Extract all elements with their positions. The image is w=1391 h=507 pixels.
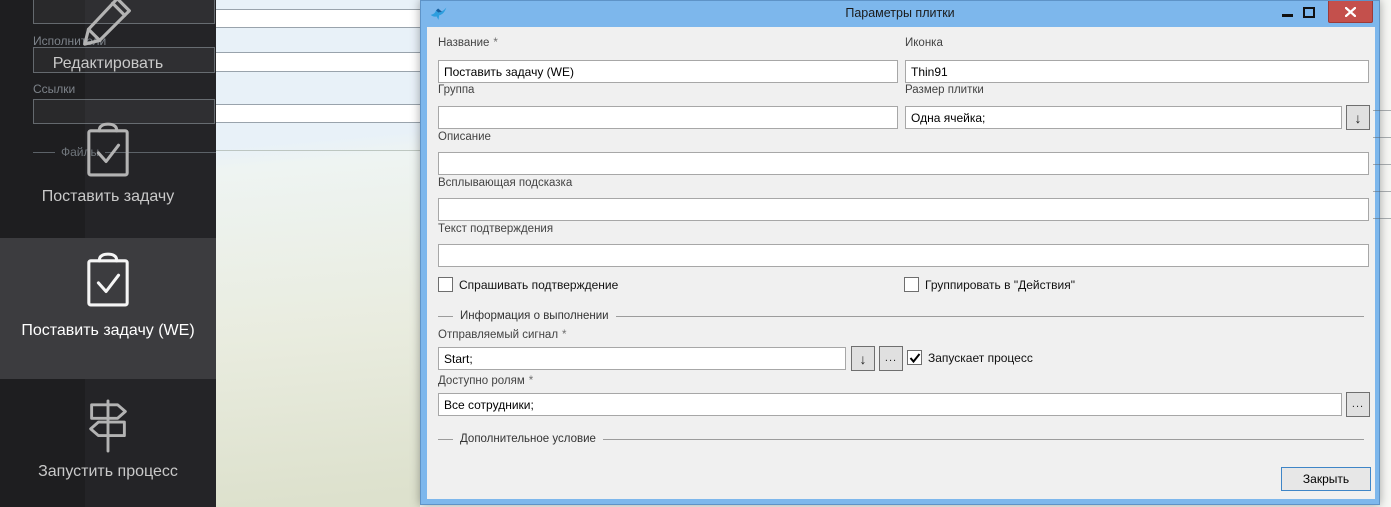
- confirmation-text-input[interactable]: [438, 244, 1369, 267]
- description-input[interactable]: [438, 152, 1369, 175]
- ellipsis-icon: ...: [885, 352, 897, 364]
- group-into-actions-label: Группировать в "Действия": [925, 278, 1075, 292]
- tile-size-dropdown-button[interactable]: ↓: [1346, 105, 1370, 130]
- signal-input[interactable]: [438, 347, 846, 370]
- checkmark-icon: [909, 352, 921, 364]
- maximize-icon: [1303, 7, 1315, 18]
- ellipsis-icon: ...: [1352, 398, 1364, 410]
- close-dialog-button[interactable]: Закрыть: [1281, 467, 1371, 491]
- tooltip-input[interactable]: [438, 198, 1369, 221]
- group-input[interactable]: [438, 106, 898, 129]
- dialog-content: Название* Иконка Группа Размер плитки ↓ …: [427, 27, 1375, 499]
- tile-edit[interactable]: Редактировать: [0, 0, 216, 100]
- required-marker: *: [562, 329, 566, 341]
- tooltip-label: Всплывающая подсказка: [438, 177, 572, 189]
- section-execution-info: Информация о выполнении: [438, 310, 1364, 322]
- close-icon: [1345, 7, 1356, 17]
- name-input[interactable]: [438, 60, 898, 83]
- background-window: [216, 0, 420, 507]
- tile-sidebar: Исполнители Ссылки Файлы Редактировать: [0, 0, 216, 507]
- maximize-button[interactable]: [1298, 1, 1320, 25]
- section-extra-condition: Дополнительное условие: [438, 433, 1364, 445]
- name-label: Название*: [438, 37, 498, 49]
- tile-size-input[interactable]: [905, 106, 1342, 129]
- tile-size-label: Размер плитки: [905, 84, 984, 96]
- close-window-button[interactable]: [1328, 1, 1373, 23]
- minimize-icon: [1282, 14, 1293, 17]
- required-marker: *: [529, 375, 533, 387]
- arrow-down-icon: ↓: [860, 351, 867, 367]
- description-label: Описание: [438, 131, 491, 143]
- section-line: [616, 316, 1364, 317]
- background-field: [214, 104, 424, 123]
- background-field: [214, 52, 424, 72]
- section-line: [438, 316, 453, 317]
- screen: Исполнители Ссылки Файлы Редактировать: [0, 0, 1391, 507]
- background-divider: [216, 150, 420, 151]
- section-line: [603, 439, 1364, 440]
- icon-label: Иконка: [905, 37, 943, 49]
- roles-input[interactable]: [438, 393, 1342, 416]
- tile-label: Поставить задачу: [42, 184, 174, 210]
- starts-process-checkbox[interactable]: [907, 350, 922, 365]
- confirmation-text-label: Текст подтверждения: [438, 223, 553, 235]
- signal-browse-button[interactable]: ...: [879, 346, 903, 371]
- tile-set-task-we[interactable]: Поставить задачу (WE): [0, 238, 216, 379]
- tile-set-task[interactable]: Поставить задачу: [0, 121, 216, 221]
- dialog-tile-parameters: Параметры плитки Название* Иконка Группа…: [420, 0, 1380, 505]
- roles-label: Доступно ролям*: [438, 375, 533, 387]
- group-into-actions-checkbox[interactable]: [904, 277, 919, 292]
- signal-label: Отправляемый сигнал*: [438, 329, 567, 341]
- background-field: [214, 9, 424, 28]
- pencil-icon: [80, 0, 136, 51]
- dialog-title: Параметры плитки: [421, 6, 1379, 20]
- minimize-button[interactable]: [1276, 1, 1298, 25]
- arrow-down-icon: ↓: [1355, 110, 1362, 126]
- group-label: Группа: [438, 84, 474, 96]
- dialog-titlebar[interactable]: Параметры плитки: [421, 1, 1379, 27]
- starts-process-label: Запускает процесс: [928, 351, 1033, 365]
- tile-label: Редактировать: [53, 51, 164, 77]
- clipboard-check-icon: [85, 251, 131, 314]
- tile-label: Запустить процесс: [38, 459, 178, 485]
- tile-label: Поставить задачу (WE): [21, 318, 194, 344]
- required-marker: *: [493, 37, 497, 49]
- ask-confirmation-checkbox[interactable]: [438, 277, 453, 292]
- signpost-icon: [82, 396, 134, 459]
- section-title: Дополнительное условие: [460, 433, 596, 445]
- icon-input[interactable]: [905, 60, 1369, 83]
- signal-dropdown-button[interactable]: ↓: [851, 346, 875, 371]
- clipboard-check-icon: [85, 121, 131, 184]
- window-controls: [1276, 1, 1373, 25]
- section-line: [438, 439, 453, 440]
- roles-browse-button[interactable]: ...: [1346, 392, 1370, 417]
- ask-confirmation-label: Спрашивать подтверждение: [459, 278, 618, 292]
- tile-run-process[interactable]: Запустить процесс: [0, 396, 216, 496]
- section-title: Информация о выполнении: [460, 310, 609, 322]
